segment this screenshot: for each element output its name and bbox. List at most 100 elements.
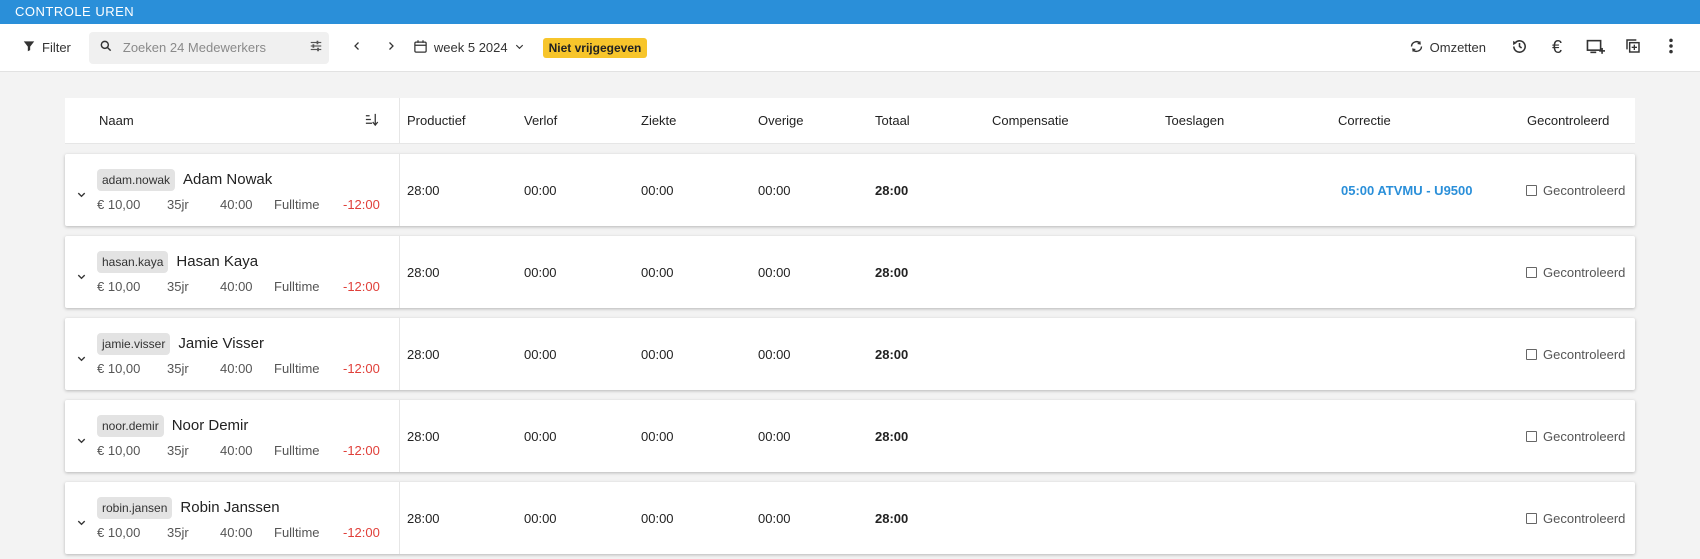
app-title-bar: CONTROLE UREN	[0, 0, 1700, 24]
age: 35jr	[167, 278, 189, 294]
username-chip: robin.jansen	[97, 496, 173, 519]
tune-icon[interactable]	[309, 39, 323, 56]
hourly-rate: € 10,00	[97, 442, 141, 458]
header-gecontroleerd: Gecontroleerd	[1527, 113, 1610, 128]
chevron-down-icon	[76, 434, 87, 449]
employee-name-cell: robin.jansen Robin Janssen € 10,00 35jr …	[65, 482, 400, 554]
more-options-button[interactable]	[1652, 32, 1690, 64]
contract-hours: 40:00	[220, 524, 253, 540]
employee-header: jamie.visser Jamie Visser	[97, 332, 380, 355]
gecontroleerd-checkbox[interactable]: Gecontroleerd	[1526, 183, 1635, 198]
sort-icon[interactable]	[364, 112, 379, 130]
gecontroleerd-label: Gecontroleerd	[1543, 346, 1626, 362]
app-title: CONTROLE UREN	[15, 4, 135, 19]
header-ziekte: Ziekte	[641, 113, 677, 128]
gecontroleerd-cell: Gecontroleerd	[1526, 265, 1635, 280]
ziekte-value: 00:00	[641, 510, 674, 526]
hourly-rate: € 10,00	[97, 278, 141, 294]
employee-meta: € 10,00 35jr 40:00 Fulltime -12:00	[97, 525, 380, 540]
checkbox-icon	[1526, 512, 1537, 524]
search-input[interactable]	[122, 40, 299, 55]
checkbox-icon	[1526, 184, 1537, 196]
expand-row-button[interactable]	[65, 342, 97, 367]
expand-row-button[interactable]	[65, 178, 97, 203]
employee-meta: € 10,00 35jr 40:00 Fulltime -12:00	[97, 443, 380, 458]
employee-header: robin.jansen Robin Janssen	[97, 496, 380, 519]
employee-info: jamie.visser Jamie Visser € 10,00 35jr 4…	[97, 332, 380, 376]
ziekte-value: 00:00	[641, 264, 674, 280]
contract-hours: 40:00	[220, 278, 253, 294]
status-badge: Niet vrijgegeven	[542, 37, 648, 58]
header-overige: Overige	[758, 113, 804, 128]
contract-type: Fulltime	[274, 524, 320, 540]
gecontroleerd-checkbox[interactable]: Gecontroleerd	[1526, 429, 1635, 444]
username-chip: adam.nowak	[97, 168, 176, 191]
search-box[interactable]	[88, 31, 329, 64]
employee-name-cell: jamie.visser Jamie Visser € 10,00 35jr 4…	[65, 318, 400, 390]
employee-name: Noor Demir	[171, 417, 249, 434]
table-header: Naam Productief Verlof Ziekte Overige To…	[65, 98, 1635, 144]
header-correctie: Correctie	[1338, 113, 1391, 128]
employee-info: hasan.kaya Hasan Kaya € 10,00 35jr 40:00…	[97, 250, 380, 294]
filter-button[interactable]: Filter	[16, 35, 77, 60]
age: 35jr	[167, 524, 189, 540]
chevron-down-icon	[514, 40, 525, 55]
verlof-value: 00:00	[524, 264, 557, 280]
hourly-rate: € 10,00	[97, 360, 141, 376]
age: 35jr	[167, 196, 189, 212]
toolbar: Filter week 5 2024 Niet vrijgegeven	[0, 24, 1700, 72]
expand-row-button[interactable]	[65, 424, 97, 449]
next-week-button[interactable]	[375, 32, 407, 64]
checkbox-icon	[1526, 266, 1537, 278]
correctie-link[interactable]: 05:00 ATVMU - U9500	[1341, 183, 1473, 198]
verlof-value: 00:00	[524, 182, 557, 198]
hours-difference: -12:00	[343, 196, 380, 212]
euro-button[interactable]: €	[1538, 32, 1576, 64]
contract-hours: 40:00	[220, 196, 253, 212]
add-screen-icon	[1586, 38, 1605, 58]
productief-value: 28:00	[407, 428, 440, 444]
productief-value: 28:00	[407, 182, 440, 198]
gecontroleerd-cell: Gecontroleerd	[1526, 347, 1635, 362]
omzetten-label: Omzetten	[1429, 40, 1486, 55]
employee-info: adam.nowak Adam Nowak € 10,00 35jr 40:00…	[97, 168, 380, 212]
header-toeslagen: Toeslagen	[1165, 113, 1225, 128]
expand-row-button[interactable]	[65, 260, 97, 285]
copy-add-button[interactable]	[1614, 32, 1652, 64]
employee-name: Hasan Kaya	[176, 253, 259, 270]
contract-hours: 40:00	[220, 442, 253, 458]
gecontroleerd-label: Gecontroleerd	[1543, 428, 1626, 444]
euro-icon: €	[1551, 37, 1562, 57]
header-naam: Naam	[65, 98, 400, 143]
employee-name: Jamie Visser	[178, 335, 264, 352]
sync-icon	[1409, 39, 1424, 57]
checkbox-icon	[1526, 348, 1537, 360]
username-chip: jamie.visser	[97, 332, 171, 355]
gecontroleerd-checkbox[interactable]: Gecontroleerd	[1526, 347, 1635, 362]
week-selector[interactable]: week 5 2024	[413, 39, 525, 57]
employee-name: Adam Nowak	[183, 171, 273, 188]
employee-meta: € 10,00 35jr 40:00 Fulltime -12:00	[97, 197, 380, 212]
username-chip: hasan.kaya	[97, 250, 169, 273]
chevron-down-icon	[76, 270, 87, 285]
previous-week-button[interactable]	[341, 32, 373, 64]
add-screen-button[interactable]	[1576, 32, 1614, 64]
copy-add-icon	[1625, 38, 1641, 57]
history-icon	[1511, 38, 1528, 58]
search-icon	[99, 39, 113, 56]
employee-name-cell: hasan.kaya Hasan Kaya € 10,00 35jr 40:00…	[65, 236, 400, 308]
contract-type: Fulltime	[274, 360, 320, 376]
overige-value: 00:00	[758, 510, 791, 526]
chevron-down-icon	[76, 188, 87, 203]
overige-value: 00:00	[758, 182, 791, 198]
week-label: week 5 2024	[433, 40, 508, 55]
gecontroleerd-checkbox[interactable]: Gecontroleerd	[1526, 265, 1635, 280]
omzetten-button[interactable]: Omzetten	[1409, 39, 1486, 57]
ziekte-value: 00:00	[641, 182, 674, 198]
hours-difference: -12:00	[343, 524, 380, 540]
expand-row-button[interactable]	[65, 506, 97, 531]
gecontroleerd-checkbox[interactable]: Gecontroleerd	[1526, 511, 1635, 526]
gecontroleerd-label: Gecontroleerd	[1543, 182, 1626, 198]
history-button[interactable]	[1500, 32, 1538, 64]
totaal-value: 28:00	[875, 428, 909, 444]
